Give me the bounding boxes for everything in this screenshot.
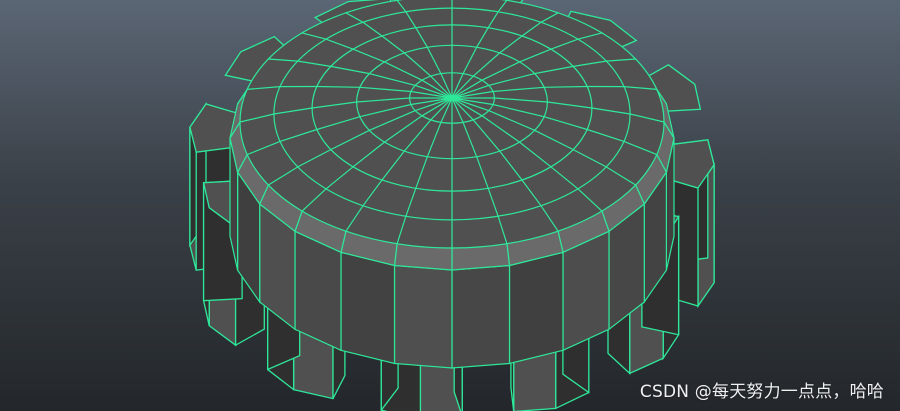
cylinder-face	[508, 251, 564, 365]
cylinder-face	[340, 251, 396, 365]
cylinder-face	[451, 264, 511, 369]
csdn-watermark: CSDN @每天努力一点点，哈哈	[639, 382, 884, 402]
gear-mesh-model[interactable]	[0, 0, 900, 411]
maya-viewport[interactable]: CSDN @每天努力一点点，哈哈	[0, 0, 900, 411]
dome-pole	[449, 95, 455, 101]
cylinder-face	[393, 264, 453, 369]
